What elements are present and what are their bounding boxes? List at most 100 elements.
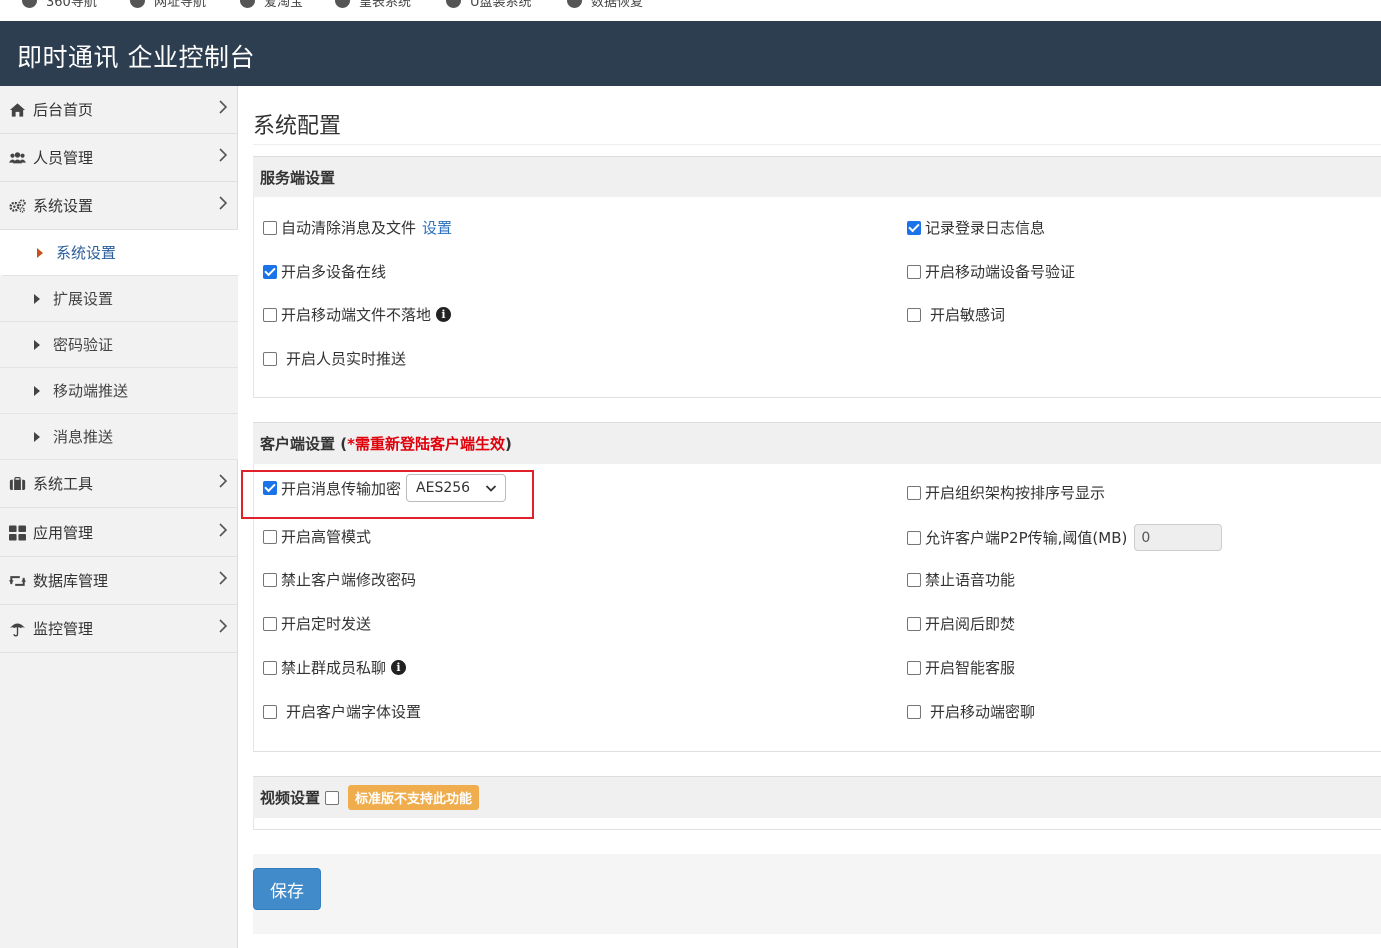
sidebar-subitem-password-verify[interactable]: 密码验证 xyxy=(0,322,238,368)
briefcase-icon xyxy=(0,476,26,492)
sidebar-item-app-management[interactable]: 应用管理 xyxy=(0,509,238,557)
caret-right-icon xyxy=(37,247,43,258)
exec-mode-checkbox[interactable] xyxy=(263,529,277,544)
sidebar-subitem-message-push[interactable]: 消息推送 xyxy=(0,414,238,460)
org-sort-checkbox[interactable] xyxy=(907,485,921,500)
caret-right-icon xyxy=(34,339,40,350)
chevron-right-icon xyxy=(219,100,228,118)
burn-after-read-checkbox[interactable] xyxy=(907,616,921,631)
unsupported-badge: 标准版不支持此功能 xyxy=(348,785,480,810)
caret-right-icon xyxy=(34,385,40,396)
font-setting-checkbox[interactable] xyxy=(263,704,277,719)
bookmark-item[interactable]: 皇表系统 xyxy=(335,0,411,10)
info-icon[interactable]: i xyxy=(436,307,452,322)
chevron-right-icon xyxy=(219,523,228,541)
smart-service-option[interactable]: 开启智能客服 xyxy=(907,657,1015,678)
chevron-right-icon xyxy=(219,571,228,589)
globe-icon xyxy=(130,0,145,8)
realtime-push-option[interactable]: 开启人员实时推送 xyxy=(263,348,406,369)
bookmark-item[interactable]: 爱淘宝 xyxy=(240,0,303,10)
form-actions: 保存 xyxy=(253,854,1381,934)
multi-device-option[interactable]: 开启多设备在线 xyxy=(263,261,386,282)
auto-clear-checkbox[interactable] xyxy=(263,220,277,235)
smart-service-checkbox[interactable] xyxy=(907,660,921,675)
forbid-private-chat-checkbox[interactable] xyxy=(263,660,277,675)
sidebar: 后台首页 人员管理 系统设置 系统设置 扩展设置 密码验证 移动端推送 消息推送 xyxy=(0,86,238,948)
exec-mode-option[interactable]: 开启高管模式 xyxy=(263,526,371,547)
video-settings-header: 视频设置 标准版不支持此功能 xyxy=(253,776,1381,818)
forbid-pwd-checkbox[interactable] xyxy=(263,572,277,587)
p2p-checkbox[interactable] xyxy=(907,530,921,545)
sidebar-item-users[interactable]: 人员管理 xyxy=(0,134,238,182)
globe-icon xyxy=(446,0,461,8)
users-icon xyxy=(0,150,26,166)
globe-icon xyxy=(22,0,37,8)
globe-icon xyxy=(335,0,350,8)
forbid-voice-option[interactable]: 禁止语音功能 xyxy=(907,569,1015,590)
video-settings-panel xyxy=(253,818,1381,830)
info-icon[interactable]: i xyxy=(391,660,407,675)
org-sort-option[interactable]: 开启组织架构按排序号显示 xyxy=(907,482,1105,503)
save-button[interactable]: 保存 xyxy=(253,868,321,910)
video-settings-checkbox[interactable] xyxy=(325,790,340,805)
p2p-threshold-input[interactable]: 0 xyxy=(1134,524,1223,551)
timed-send-checkbox[interactable] xyxy=(263,616,277,631)
mobile-device-verify-option[interactable]: 开启移动端设备号验证 xyxy=(907,261,1075,282)
burn-after-read-option[interactable]: 开启阅后即焚 xyxy=(907,613,1015,634)
forbid-voice-checkbox[interactable] xyxy=(907,572,921,587)
chevron-right-icon xyxy=(219,196,228,214)
title-divider xyxy=(253,144,1381,145)
forbid-pwd-option[interactable]: 禁止客户端修改密码 xyxy=(263,569,416,590)
globe-icon xyxy=(567,0,582,8)
mobile-file-nosave-checkbox[interactable] xyxy=(263,307,277,322)
page-title: 系统配置 xyxy=(253,114,342,139)
p2p-option[interactable]: 允许客户端P2P传输,阈值(MB) 0 xyxy=(907,524,1223,551)
bookmark-item[interactable]: 网址导航 xyxy=(130,0,206,10)
mobile-secret-chat-option[interactable]: 开启移动端密聊 xyxy=(907,701,1035,722)
sidebar-subitem-extension-settings[interactable]: 扩展设置 xyxy=(0,276,238,322)
app-header: 即时通讯 企业控制台 xyxy=(0,21,1381,86)
mobile-file-nosave-option[interactable]: 开启移动端文件不落地 i xyxy=(263,304,452,325)
globe-icon xyxy=(240,0,255,8)
chevron-right-icon xyxy=(219,474,228,492)
sidebar-subitem-system-settings[interactable]: 系统设置 xyxy=(0,230,238,276)
chevron-right-icon xyxy=(219,148,228,166)
chevron-right-icon xyxy=(219,619,228,637)
sidebar-item-home[interactable]: 后台首页 xyxy=(0,86,238,134)
bookmark-item[interactable]: 360导航 xyxy=(22,0,97,10)
app-title: 即时通讯 企业控制台 xyxy=(17,43,255,72)
caret-right-icon xyxy=(34,293,40,304)
auto-clear-option[interactable]: 自动清除消息及文件 设置 xyxy=(263,217,452,238)
home-icon xyxy=(0,102,26,118)
realtime-push-checkbox[interactable] xyxy=(263,351,277,366)
gears-icon xyxy=(0,197,26,215)
sidebar-item-system-settings[interactable]: 系统设置 xyxy=(0,182,238,230)
login-log-checkbox[interactable] xyxy=(907,220,921,235)
sidebar-subitem-mobile-push[interactable]: 移动端推送 xyxy=(0,368,238,414)
server-settings-panel: 自动清除消息及文件 设置 记录登录日志信息 开启多设备在线 开启移动端设备号验证… xyxy=(253,197,1381,398)
sidebar-item-monitoring[interactable]: 监控管理 xyxy=(0,605,238,653)
grid-icon xyxy=(0,524,26,541)
multi-device-checkbox[interactable] xyxy=(263,264,277,279)
bookmark-item[interactable]: 数据恢复 xyxy=(567,0,643,10)
sensitive-words-checkbox[interactable] xyxy=(907,307,921,322)
bookmark-item[interactable]: U盘装系统 xyxy=(446,0,532,10)
mobile-device-verify-checkbox[interactable] xyxy=(907,264,921,279)
server-settings-header: 服务端设置 xyxy=(253,156,1381,197)
mobile-secret-chat-checkbox[interactable] xyxy=(907,704,921,719)
caret-right-icon xyxy=(34,431,40,442)
auto-clear-settings-link[interactable]: 设置 xyxy=(422,217,452,238)
bookmarks-bar: 360导航 网址导航 爱淘宝 皇表系统 U盘装系统 数据恢复 xyxy=(0,0,1381,21)
font-setting-option[interactable]: 开启客户端字体设置 xyxy=(263,701,421,722)
retweet-icon xyxy=(0,573,26,589)
sensitive-words-option[interactable]: 开启敏感词 xyxy=(907,304,1005,325)
login-log-option[interactable]: 记录登录日志信息 xyxy=(907,217,1045,238)
highlight-box xyxy=(241,470,534,519)
forbid-private-chat-option[interactable]: 禁止群成员私聊 i xyxy=(263,657,407,678)
umbrella-icon xyxy=(0,620,26,638)
timed-send-option[interactable]: 开启定时发送 xyxy=(263,613,371,634)
client-settings-header: 客户端设置 (*需重新登陆客户端生效) xyxy=(253,422,1381,464)
relogin-note: *需重新登陆客户端生效 xyxy=(347,435,505,453)
sidebar-item-system-tools[interactable]: 系统工具 xyxy=(0,460,238,508)
sidebar-item-database-management[interactable]: 数据库管理 xyxy=(0,557,238,605)
